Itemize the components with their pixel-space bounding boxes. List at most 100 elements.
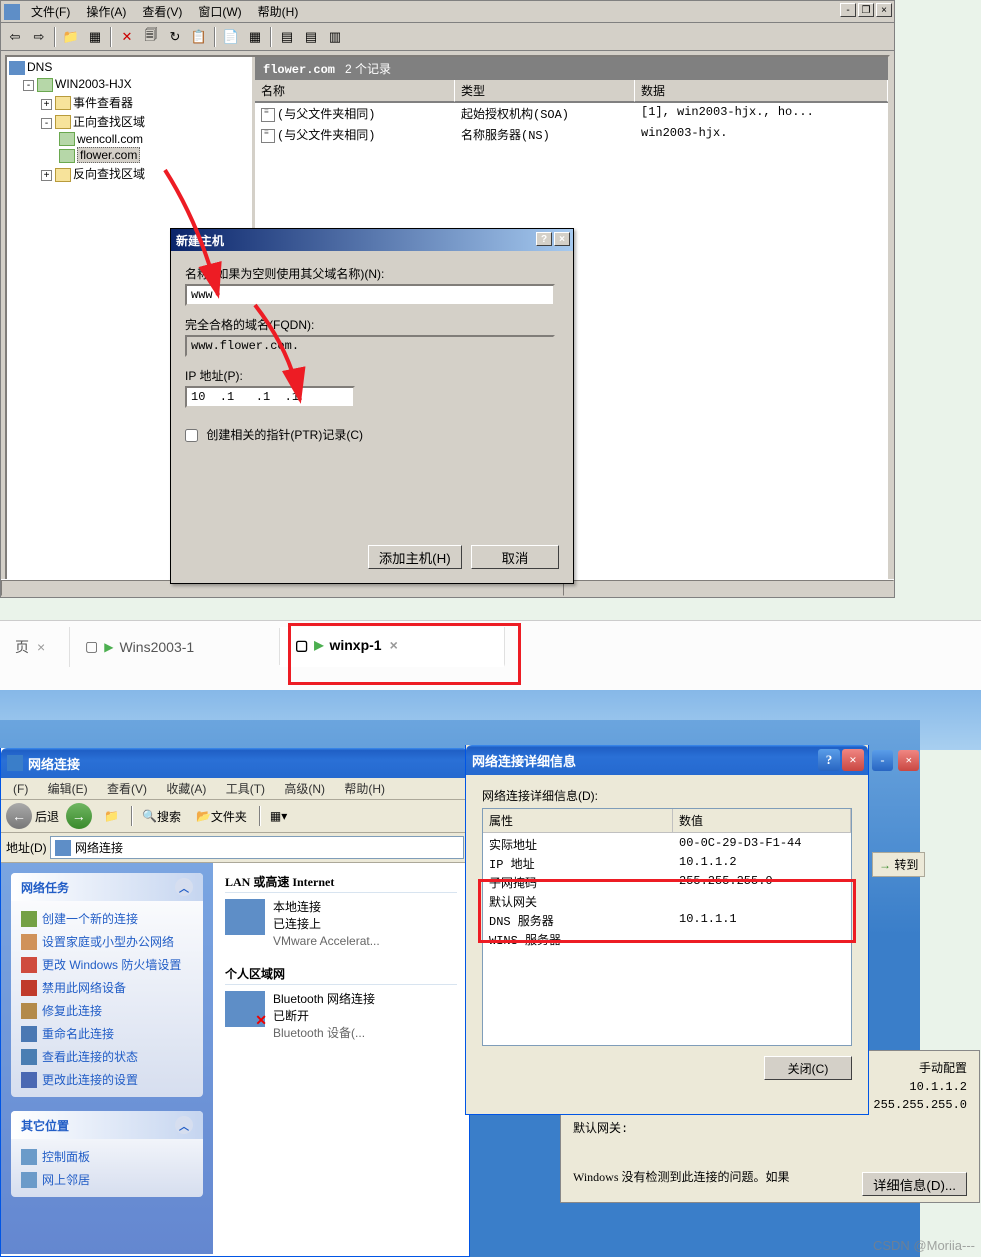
help-button[interactable]: ? bbox=[536, 232, 552, 246]
tree-server[interactable]: WIN2003-HJX bbox=[55, 77, 132, 91]
collapse-icon[interactable]: ︿ bbox=[175, 878, 193, 896]
address-input[interactable]: 网络连接 bbox=[50, 836, 464, 859]
zone-icon bbox=[59, 149, 75, 163]
minimize-button[interactable]: - bbox=[840, 3, 856, 17]
tree-root[interactable]: DNS bbox=[27, 60, 52, 74]
ptr-label: 创建相关的指针(PTR)记录(C) bbox=[206, 428, 363, 442]
tree-zone-selected[interactable]: flower.com bbox=[77, 147, 140, 163]
connection-item[interactable]: Bluetooth 网络连接 已断开 Bluetooth 设备(... bbox=[225, 991, 457, 1041]
refresh-icon[interactable]: ↻ bbox=[164, 26, 186, 48]
collapse-icon[interactable]: - bbox=[41, 118, 52, 129]
help-button[interactable]: ? bbox=[818, 749, 840, 771]
menu-item[interactable]: 帮助(H) bbox=[336, 780, 393, 798]
menu-action[interactable]: 操作(A) bbox=[78, 1, 134, 22]
menu-item[interactable]: 收藏(A) bbox=[158, 780, 214, 798]
close-button[interactable]: × bbox=[842, 749, 864, 771]
menu-item[interactable]: 编辑(E) bbox=[40, 780, 96, 798]
minimize-button[interactable]: - bbox=[872, 750, 893, 771]
list-row[interactable]: (与父文件夹相同) 名称服务器(NS) win2003-hjx. bbox=[255, 124, 888, 145]
tool-icon[interactable]: ▦ bbox=[244, 26, 266, 48]
close-details-button[interactable]: 关闭(C) bbox=[764, 1056, 852, 1080]
col-type[interactable]: 类型 bbox=[455, 80, 635, 102]
vm-tab-wins2003[interactable]: ▢▶Wins2003-1 bbox=[70, 628, 280, 665]
menu-window[interactable]: 窗口(W) bbox=[190, 1, 249, 22]
task-link[interactable]: 创建一个新的连接 bbox=[21, 907, 193, 930]
properties-icon[interactable]: 🗐 bbox=[140, 26, 162, 48]
forward-button[interactable]: → bbox=[66, 803, 92, 829]
menu-help[interactable]: 帮助(H) bbox=[250, 1, 307, 22]
place-link[interactable]: 控制面板 bbox=[21, 1145, 193, 1168]
folders-button[interactable]: 📂 文件夹 bbox=[190, 805, 253, 828]
goto-button[interactable]: → 转到 bbox=[872, 852, 925, 877]
domain-header: flower.com 2 个记录 bbox=[255, 57, 888, 80]
task-link[interactable]: 禁用此网络设备 bbox=[21, 976, 193, 999]
ip-input[interactable] bbox=[185, 386, 355, 408]
tree-zone[interactable]: wencoll.com bbox=[77, 132, 143, 146]
task-link[interactable]: 更改此连接的设置 bbox=[21, 1068, 193, 1091]
back-button[interactable]: ← bbox=[6, 803, 32, 829]
up-icon[interactable]: 📁 bbox=[60, 26, 82, 48]
delete-icon[interactable]: ✕ bbox=[116, 26, 138, 48]
menu-item[interactable]: 工具(T) bbox=[218, 780, 273, 798]
views-button[interactable]: ▦▾ bbox=[264, 806, 293, 826]
name-input[interactable] bbox=[185, 284, 555, 306]
list-row[interactable]: (与父文件夹相同) 起始授权机构(SOA) [1], win2003-hjx.,… bbox=[255, 103, 888, 124]
connection-item[interactable]: 本地连接 已连接上 VMware Accelerat... bbox=[225, 899, 457, 949]
tool-icon[interactable]: ▤ bbox=[276, 26, 298, 48]
task-link[interactable]: 重命名此连接 bbox=[21, 1022, 193, 1045]
tree-node[interactable]: 反向查找区域 bbox=[73, 167, 145, 181]
tool-icon[interactable]: 📄 bbox=[220, 26, 242, 48]
tree-node[interactable]: 事件查看器 bbox=[73, 96, 133, 110]
close-button[interactable]: × bbox=[898, 750, 919, 771]
task-link[interactable]: 查看此连接的状态 bbox=[21, 1045, 193, 1068]
vm-tab-winxp[interactable]: ▢▶winxp-1× bbox=[280, 627, 505, 667]
detail-row: DNS 服务器10.1.1.1 bbox=[483, 911, 851, 930]
collapse-icon[interactable]: - bbox=[23, 80, 34, 91]
close-button[interactable]: × bbox=[876, 3, 892, 17]
close-icon[interactable]: × bbox=[390, 637, 398, 653]
vm-tab-home[interactable]: 页× bbox=[0, 627, 70, 667]
group-header: 个人区域网 bbox=[225, 963, 457, 985]
fqdn-label: 完全合格的域名(FQDN): bbox=[185, 316, 559, 333]
forward-icon[interactable]: ⇨ bbox=[28, 26, 50, 48]
task-link[interactable]: 设置家庭或小型办公网络 bbox=[21, 930, 193, 953]
menu-item[interactable]: (F) bbox=[5, 780, 36, 798]
close-button[interactable]: × bbox=[554, 232, 570, 246]
close-icon[interactable]: × bbox=[37, 639, 45, 655]
task-link[interactable]: 更改 Windows 防火墙设置 bbox=[21, 953, 193, 976]
tool-icon[interactable]: ▥ bbox=[324, 26, 346, 48]
details-label: 网络连接详细信息(D): bbox=[482, 787, 852, 804]
back-icon[interactable]: ⇦ bbox=[4, 26, 26, 48]
expand-icon[interactable]: + bbox=[41, 99, 52, 110]
expand-icon[interactable]: + bbox=[41, 170, 52, 181]
collapse-icon[interactable]: ︿ bbox=[175, 1116, 193, 1134]
connection-details-dialog: 网络连接详细信息 ? × 网络连接详细信息(D): 属性 数值 实际地址00-0… bbox=[465, 745, 869, 1115]
task-link[interactable]: 修复此连接 bbox=[21, 999, 193, 1022]
detail-row: WINS 服务器 bbox=[483, 930, 851, 949]
folder-icon bbox=[55, 840, 71, 856]
add-host-button[interactable]: 添加主机(H) bbox=[368, 545, 462, 569]
network-tasks-box: 网络任务︿ 创建一个新的连接 设置家庭或小型办公网络 更改 Windows 防火… bbox=[11, 873, 203, 1097]
folder-icon bbox=[55, 115, 71, 129]
menu-item[interactable]: 查看(V) bbox=[99, 780, 155, 798]
ptr-checkbox[interactable] bbox=[185, 429, 198, 442]
menu-view[interactable]: 查看(V) bbox=[134, 1, 190, 22]
menu-file[interactable]: 文件(F) bbox=[23, 1, 78, 22]
cancel-button[interactable]: 取消 bbox=[471, 545, 559, 569]
ip-label: IP 地址(P): bbox=[185, 367, 559, 384]
details-button[interactable]: 详细信息(D)... bbox=[862, 1172, 967, 1196]
menu-item[interactable]: 高级(N) bbox=[276, 780, 333, 798]
col-data[interactable]: 数据 bbox=[635, 80, 888, 102]
show-hide-icon[interactable]: ▦ bbox=[84, 26, 106, 48]
up-button[interactable]: 📁 bbox=[98, 806, 125, 826]
export-icon[interactable]: 📋 bbox=[188, 26, 210, 48]
fqdn-display: www.flower.com. bbox=[185, 335, 555, 357]
col-property[interactable]: 属性 bbox=[483, 809, 673, 832]
col-name[interactable]: 名称 bbox=[255, 80, 455, 102]
place-link[interactable]: 网上邻居 bbox=[21, 1168, 193, 1191]
tool-icon[interactable]: ▤ bbox=[300, 26, 322, 48]
tree-node[interactable]: 正向查找区域 bbox=[73, 115, 145, 129]
restore-button[interactable]: ❐ bbox=[858, 3, 874, 17]
col-value[interactable]: 数值 bbox=[673, 809, 851, 832]
search-button[interactable]: 🔍 搜索 bbox=[136, 805, 187, 828]
